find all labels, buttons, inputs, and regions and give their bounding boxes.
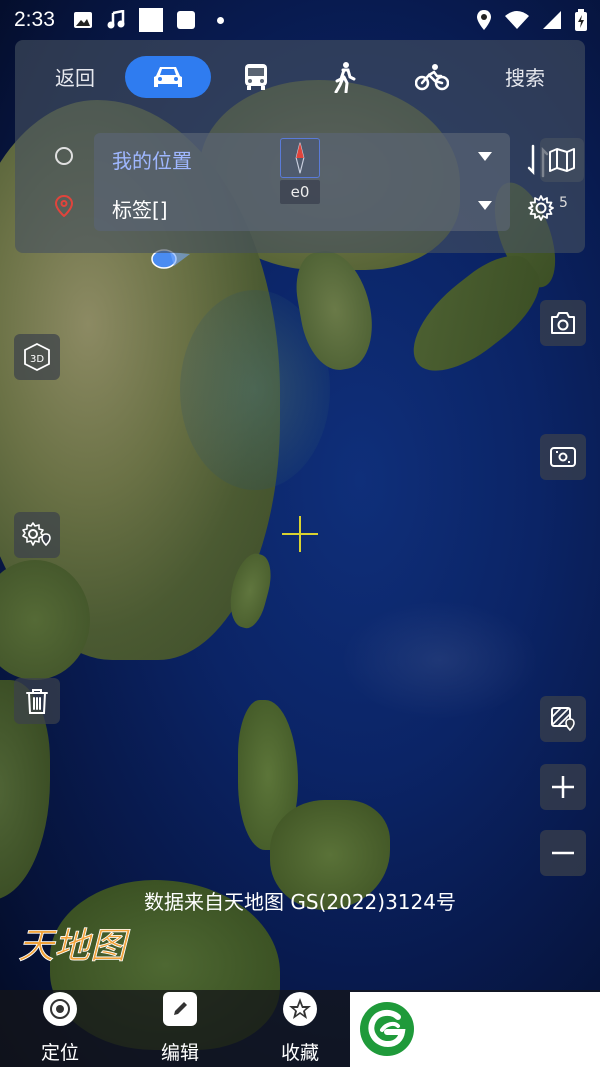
map-attribution: 数据来自天地图 GS(2022)3124号 [144,890,456,914]
delete-button[interactable] [14,678,60,724]
route-panel: 返回 搜索 我的位置 标签[] e0 5 [15,40,585,253]
screen-capture-icon [550,447,576,467]
start-point-icon [55,147,73,165]
status-bar: 2:33 [0,0,600,40]
location-icon [477,10,491,30]
green-g-logo-icon [360,1002,414,1056]
locate-icon [43,992,77,1026]
end-field-value: 标签[] [112,198,168,222]
camera-icon [551,312,575,334]
tab-favorite[interactable]: 收藏 [255,990,345,1067]
screenshot-button[interactable] [540,434,586,480]
start-dropdown-icon[interactable] [478,152,492,161]
ad-panel[interactable] [350,992,600,1067]
edit-icon [163,992,197,1026]
tab-locate-label: 定位 [40,1042,79,1064]
tab-edit[interactable]: 编辑 [135,990,225,1067]
minus-icon [552,851,574,855]
crosshair-icon [282,516,318,552]
location-settings-button[interactable] [14,512,60,558]
search-button[interactable]: 搜索 [505,62,545,91]
camera-button[interactable] [540,300,586,346]
map-grid-location-icon [551,707,575,732]
map-cloud [340,600,540,720]
compass-label: e0 [280,180,320,204]
tab-favorite-label: 收藏 [280,1042,319,1064]
end-point-icon [54,195,74,217]
map-icon [549,148,575,172]
music-icon [107,10,125,29]
compass-icon[interactable] [280,138,320,178]
wifi-icon [505,11,529,29]
zoom-out-button[interactable] [540,830,586,876]
mode-car-button[interactable] [125,56,211,98]
bus-icon [245,64,267,90]
plus-icon [552,776,574,798]
3d-cube-icon: 3D [24,342,50,372]
mode-bike-button[interactable] [389,56,475,98]
walk-icon [334,62,356,93]
back-button[interactable]: 返回 [55,62,95,91]
logo-text: 天地图 [18,926,131,967]
trash-icon [26,689,48,714]
status-time: 2:33 [14,8,55,31]
tab-locate[interactable]: 定位 [15,990,105,1067]
mode-bus-button[interactable] [213,56,299,98]
signal-icon [543,11,561,29]
gear-location-icon [22,522,51,547]
dot-icon [216,16,224,24]
tab-edit-label: 编辑 [160,1042,199,1064]
bike-icon [415,64,449,91]
mode-walk-button[interactable] [301,56,387,98]
3d-view-button[interactable]: 3D [14,334,60,380]
battery-icon [575,9,587,31]
tianditu-logo: 天地图 [18,926,132,968]
map-overlay-button[interactable] [540,696,586,742]
zoom-in-button[interactable] [540,764,586,810]
image-icon [73,12,92,28]
settings-count: 5 [559,195,568,211]
car-icon [154,67,182,87]
square-small-icon [176,11,195,29]
square-icon [138,8,163,32]
map-layer-button[interactable] [540,138,584,182]
travel-mode-bar: 返回 搜索 [15,40,585,112]
end-dropdown-icon[interactable] [478,201,492,210]
svg-text:3D: 3D [30,354,44,365]
favorite-icon [283,992,317,1026]
start-field-value: 我的位置 [112,149,192,173]
settings-gear-icon[interactable] [527,194,555,222]
